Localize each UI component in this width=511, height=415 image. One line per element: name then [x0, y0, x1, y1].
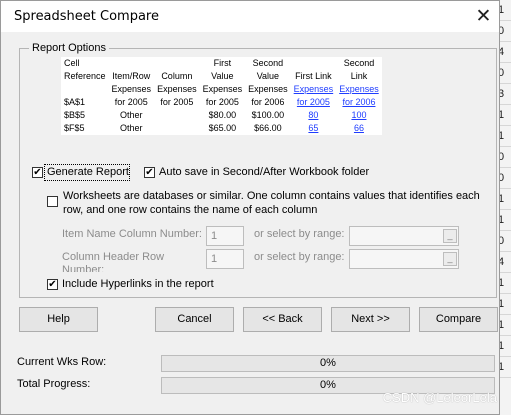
- table-cell: $66.00: [254, 123, 282, 133]
- column-header-row-input[interactable]: 1: [206, 249, 244, 269]
- watermark: CSDN @LeleorLela: [382, 390, 497, 405]
- table-header-row: Reference Item/Row Column Value Value Fi…: [61, 70, 382, 83]
- table-header-cell: Cell: [64, 58, 80, 68]
- range-select-icon[interactable]: _: [443, 252, 457, 266]
- table-cell: for 2005: [160, 97, 194, 107]
- range-select-icon[interactable]: _: [443, 229, 457, 243]
- worksheets-databases-label-line1[interactable]: Worksheets are databases or similar. One…: [63, 190, 480, 202]
- cancel-button[interactable]: Cancel: [155, 307, 234, 332]
- current-wks-row-percent: 0%: [320, 357, 336, 369]
- table-cell: $80.00: [208, 110, 237, 120]
- compare-button[interactable]: Compare: [419, 307, 498, 332]
- spreadsheet-compare-dialog: Spreadsheet Compare ✕ Report Options Cel…: [0, 0, 500, 415]
- next-button[interactable]: Next >>: [331, 307, 410, 332]
- auto-save-checkbox[interactable]: ✔: [144, 167, 155, 178]
- second-link-cell[interactable]: 66: [336, 122, 382, 135]
- checkmark-icon: ✔: [33, 167, 42, 178]
- table-header-cell: Item/Row: [112, 71, 151, 81]
- total-progress-percent: 0%: [320, 379, 336, 391]
- close-icon[interactable]: ✕: [468, 1, 499, 32]
- report-preview-table: Cell First Second Second Reference Item/…: [61, 57, 382, 135]
- table-row: $A$1 for 2005 for 2005 for 2005 for 2006…: [61, 96, 382, 109]
- second-link-cell[interactable]: 100: [336, 109, 382, 122]
- table-cell: Expenses: [111, 84, 152, 94]
- title-bar[interactable]: Spreadsheet Compare ✕: [1, 1, 499, 32]
- table-header-cell: [154, 57, 200, 70]
- help-button[interactable]: Help: [19, 307, 98, 332]
- item-name-range-input[interactable]: _: [349, 226, 459, 246]
- column-header-row-label-line1: Column Header Row: [62, 251, 165, 263]
- item-name-column-label: Item Name Column Number:: [62, 228, 202, 240]
- table-header-cell: First: [213, 58, 232, 68]
- table-cell: Other: [120, 110, 143, 120]
- table-cell: for 2005: [114, 97, 148, 107]
- first-link-cell[interactable]: for 2005: [291, 96, 337, 109]
- table-cell: [61, 83, 109, 96]
- table-header-cell: Value: [256, 71, 280, 81]
- table-header-cell: Second: [252, 58, 284, 68]
- worksheets-databases-label-line2[interactable]: row, and one row contains the name of ea…: [63, 204, 317, 216]
- table-header-cell: [109, 57, 155, 70]
- table-header-cell: First Link: [295, 71, 332, 81]
- table-cell: [154, 122, 200, 135]
- table-row: $B$5 Other $80.00 $100.00 80 100: [61, 109, 382, 122]
- table-header-row: Cell First Second Second: [61, 57, 382, 70]
- table-header-cell: Value: [211, 71, 234, 81]
- column-header-range-label: or select by range:: [254, 251, 345, 263]
- column-header-row-label-line2: Number:: [62, 264, 105, 272]
- back-button[interactable]: << Back: [243, 307, 322, 332]
- window-title: Spreadsheet Compare: [14, 9, 159, 24]
- table-cell: $A$1: [64, 97, 86, 107]
- first-link-cell[interactable]: 80: [291, 109, 337, 122]
- first-link-cell[interactable]: Expenses: [291, 83, 337, 96]
- table-row: $F$5 Other $65.00 $66.00 65 66: [61, 122, 382, 135]
- item-name-range-label: or select by range:: [254, 228, 345, 240]
- include-hyperlinks-label[interactable]: Include Hyperlinks in the report: [62, 278, 214, 290]
- generate-report-label[interactable]: Generate Report: [47, 166, 129, 178]
- auto-save-label[interactable]: Auto save in Second/After Workbook folde…: [159, 166, 369, 178]
- table-cell: Other: [120, 123, 143, 133]
- table-cell: Expenses: [248, 84, 288, 94]
- first-link-cell[interactable]: 65: [291, 122, 337, 135]
- total-progress-label: Total Progress:: [17, 378, 91, 390]
- checkmark-icon: ✔: [48, 279, 57, 290]
- table-cell: $F$5: [64, 123, 85, 133]
- table-row: Expenses Expenses Expenses Expenses Expe…: [61, 83, 382, 96]
- table-cell: for 2005: [205, 97, 239, 107]
- item-name-column-input[interactable]: 1: [206, 226, 244, 246]
- table-cell: $100.00: [251, 110, 285, 120]
- table-cell: $65.00: [208, 123, 237, 133]
- table-cell: Expenses: [202, 84, 243, 94]
- table-header-cell: Second: [343, 58, 375, 68]
- table-header-cell: Column: [161, 71, 193, 81]
- table-header-cell: Link: [350, 71, 368, 81]
- current-wks-row-label: Current Wks Row:: [17, 356, 107, 368]
- second-link-cell[interactable]: for 2006: [336, 96, 382, 109]
- include-hyperlinks-checkbox[interactable]: ✔: [47, 279, 58, 290]
- worksheets-databases-checkbox[interactable]: [47, 196, 58, 207]
- table-cell: $B$5: [64, 110, 86, 120]
- second-link-cell[interactable]: Expenses: [336, 83, 382, 96]
- table-header-cell: Reference: [64, 71, 106, 81]
- report-options-legend: Report Options: [29, 42, 109, 54]
- table-cell: Expenses: [157, 84, 197, 94]
- table-cell: [154, 109, 200, 122]
- table-header-cell: [291, 57, 337, 70]
- table-cell: for 2006: [251, 97, 285, 107]
- checkmark-icon: ✔: [145, 167, 154, 178]
- current-wks-row-progress: 0%: [161, 355, 495, 372]
- generate-report-checkbox[interactable]: ✔: [32, 167, 43, 178]
- column-header-range-input[interactable]: _: [349, 249, 459, 269]
